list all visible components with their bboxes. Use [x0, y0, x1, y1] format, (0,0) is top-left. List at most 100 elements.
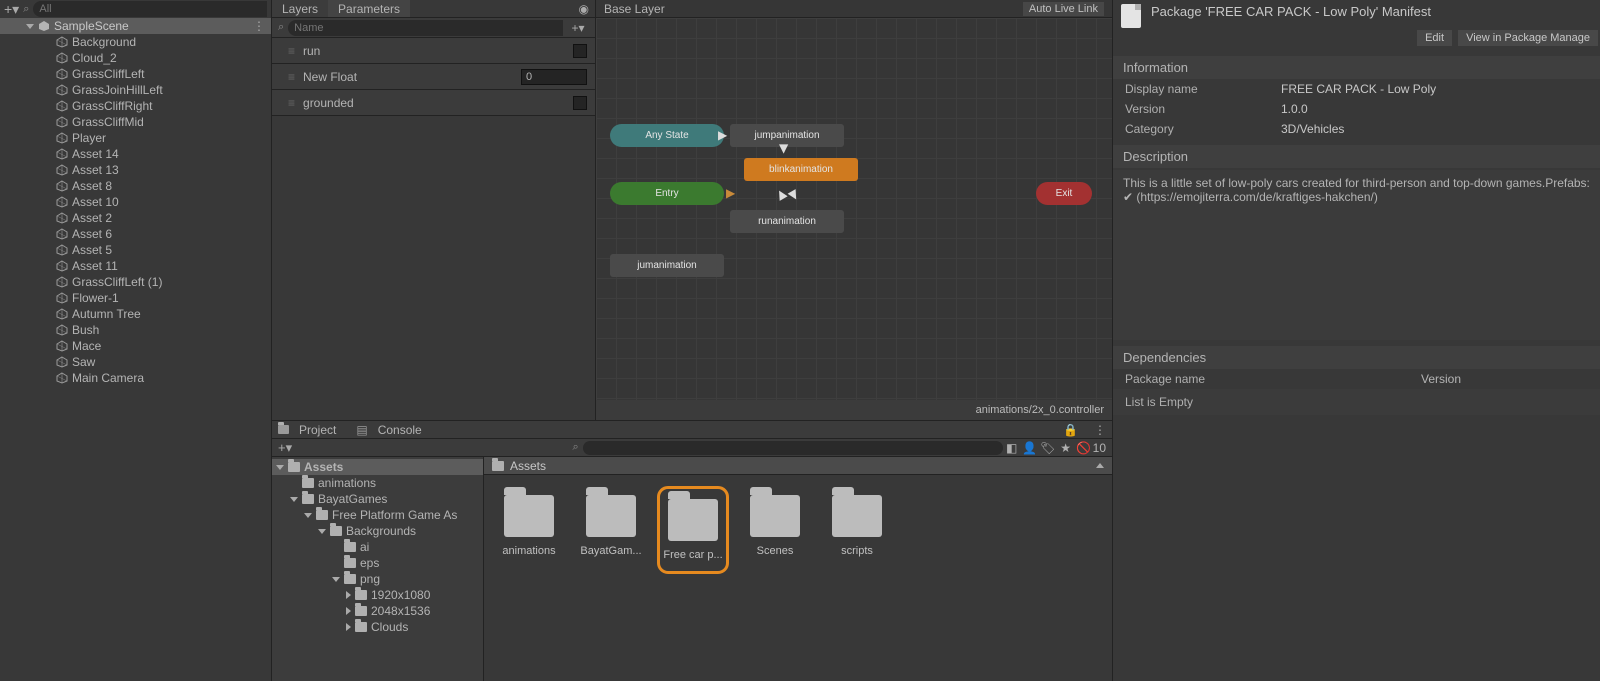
hierarchy-search-input[interactable] [33, 1, 267, 17]
chevron-right-icon[interactable] [346, 591, 351, 599]
asset-folder[interactable]: animations [502, 495, 556, 557]
tab-project[interactable]: Project [299, 423, 336, 437]
gameobject-label: Asset 13 [72, 163, 119, 177]
parameter-search-input[interactable] [288, 20, 563, 36]
chevron-right-icon[interactable] [346, 607, 351, 615]
drag-handle-icon[interactable]: ≡ [288, 70, 295, 84]
breadcrumb[interactable]: Assets [484, 457, 1112, 475]
tree-row[interactable]: ai [272, 539, 483, 555]
transition-arrow[interactable]: ▶ [772, 188, 789, 203]
chevron-down-icon[interactable] [276, 465, 284, 470]
gameobject-row[interactable]: Flower-1 [0, 290, 271, 306]
tree-row[interactable]: animations [272, 475, 483, 491]
gameobject-icon [56, 196, 68, 208]
node-exit[interactable]: Exit [1036, 182, 1092, 205]
tree-row[interactable]: png [272, 571, 483, 587]
asset-folder[interactable]: BayatGam... [584, 495, 638, 557]
asset-folder[interactable]: scripts [830, 495, 884, 557]
tree-row[interactable]: 1920x1080 [272, 587, 483, 603]
search-by-type-icon[interactable]: ◧ [1003, 441, 1021, 455]
scene-menu-icon[interactable]: ⋮ [253, 19, 265, 33]
tree-row[interactable]: Free Platform Game As [272, 507, 483, 523]
edit-button[interactable]: Edit [1417, 30, 1452, 46]
create-asset-button[interactable]: +▾ [278, 440, 292, 456]
eye-icon[interactable]: ◉ [573, 0, 595, 17]
gameobject-row[interactable]: Asset 5 [0, 242, 271, 258]
gameobject-label: Cloud_2 [72, 51, 117, 65]
gameobject-row[interactable]: GrassCliffLeft [0, 66, 271, 82]
parameter-bool-checkbox[interactable] [573, 44, 587, 58]
animator-graph[interactable]: Base Layer Auto Live Link Any State Entr… [596, 0, 1112, 420]
gameobject-row[interactable]: Asset 2 [0, 210, 271, 226]
chevron-down-icon[interactable] [318, 529, 326, 534]
gameobject-row[interactable]: GrassJoinHillLeft [0, 82, 271, 98]
panel-menu-icon[interactable]: ⋮ [1094, 423, 1106, 437]
chevron-down-icon[interactable] [332, 577, 340, 582]
transition-arrow[interactable]: ▶ [718, 128, 727, 142]
tree-row[interactable]: Backgrounds [272, 523, 483, 539]
transition-arrow[interactable]: ▶ [726, 186, 735, 200]
project-tree[interactable]: Assets animationsBayatGamesFree Platform… [272, 457, 484, 681]
node-runanimation[interactable]: runanimation [730, 210, 844, 233]
label-icon[interactable]: 🏷 [1039, 441, 1057, 455]
hidden-icon[interactable]: 🚫 [1075, 441, 1093, 455]
search-by-label-icon[interactable]: 👤 [1021, 441, 1039, 455]
parameter-bool-checkbox[interactable] [573, 96, 587, 110]
asset-folder[interactable]: Free car p... [666, 495, 720, 565]
tree-row[interactable]: 2048x1536 [272, 603, 483, 619]
auto-live-link-button[interactable]: Auto Live Link [1023, 2, 1104, 16]
lock-icon[interactable]: 🔒 [1063, 423, 1078, 437]
gameobject-row[interactable]: GrassCliffMid [0, 114, 271, 130]
gameobject-row[interactable]: Asset 13 [0, 162, 271, 178]
gameobject-row[interactable]: Cloud_2 [0, 50, 271, 66]
tab-parameters[interactable]: Parameters [328, 0, 410, 17]
gameobject-row[interactable]: Mace [0, 338, 271, 354]
parameter-float-input[interactable] [521, 69, 587, 85]
gameobject-row[interactable]: Asset 6 [0, 226, 271, 242]
gameobject-row[interactable]: Asset 14 [0, 146, 271, 162]
gameobject-row[interactable]: Background [0, 34, 271, 50]
tab-layers[interactable]: Layers [272, 0, 328, 17]
folder-icon [302, 478, 314, 488]
scene-row[interactable]: SampleScene ⋮ [0, 18, 271, 34]
tree-row[interactable]: Clouds [272, 619, 483, 635]
asset-folder[interactable]: Scenes [748, 495, 802, 557]
node-any-state[interactable]: Any State [610, 124, 724, 147]
tree-row-assets[interactable]: Assets [272, 459, 483, 475]
tree-row[interactable]: eps [272, 555, 483, 571]
base-layer-label[interactable]: Base Layer [604, 2, 665, 16]
drag-handle-icon[interactable]: ≡ [288, 44, 295, 58]
gameobject-row[interactable]: Autumn Tree [0, 306, 271, 322]
gameobject-row[interactable]: Asset 11 [0, 258, 271, 274]
gameobject-row[interactable]: GrassCliffRight [0, 98, 271, 114]
gameobject-row[interactable]: Asset 8 [0, 178, 271, 194]
gameobject-row[interactable]: Saw [0, 354, 271, 370]
tree-row[interactable]: BayatGames [272, 491, 483, 507]
node-jumanimation[interactable]: jumanimation [610, 254, 724, 277]
gameobject-row[interactable]: Main Camera [0, 370, 271, 386]
dep-version-header: Version [1421, 372, 1461, 386]
drag-handle-icon[interactable]: ≡ [288, 96, 295, 110]
project-search-input[interactable] [583, 441, 1003, 455]
tab-console[interactable]: Console [378, 423, 422, 437]
parameter-row[interactable]: ≡run [272, 38, 595, 64]
create-icon[interactable]: +▾ [4, 1, 19, 18]
gameobject-row[interactable]: Bush [0, 322, 271, 338]
gameobject-row[interactable]: Player [0, 130, 271, 146]
gameobject-row[interactable]: Asset 10 [0, 194, 271, 210]
chevron-right-icon[interactable] [346, 623, 351, 631]
parameter-row[interactable]: ≡grounded [272, 90, 595, 116]
parameter-row[interactable]: ≡New Float [272, 64, 595, 90]
chevron-down-icon[interactable] [290, 497, 298, 502]
chevron-down-icon[interactable] [304, 513, 312, 518]
chevron-up-icon[interactable] [1096, 463, 1104, 468]
add-parameter-button[interactable]: +▾ [567, 20, 589, 36]
favorite-icon[interactable]: ★ [1057, 441, 1075, 455]
chevron-down-icon[interactable] [26, 24, 34, 29]
search-icon: ⌕ [23, 3, 29, 16]
transition-arrow[interactable]: ▶ [778, 144, 792, 153]
node-blinkanimation[interactable]: blinkanimation [744, 158, 858, 181]
node-entry[interactable]: Entry [610, 182, 724, 205]
gameobject-row[interactable]: GrassCliffLeft (1) [0, 274, 271, 290]
view-in-package-manager-button[interactable]: View in Package Manage [1458, 30, 1598, 46]
